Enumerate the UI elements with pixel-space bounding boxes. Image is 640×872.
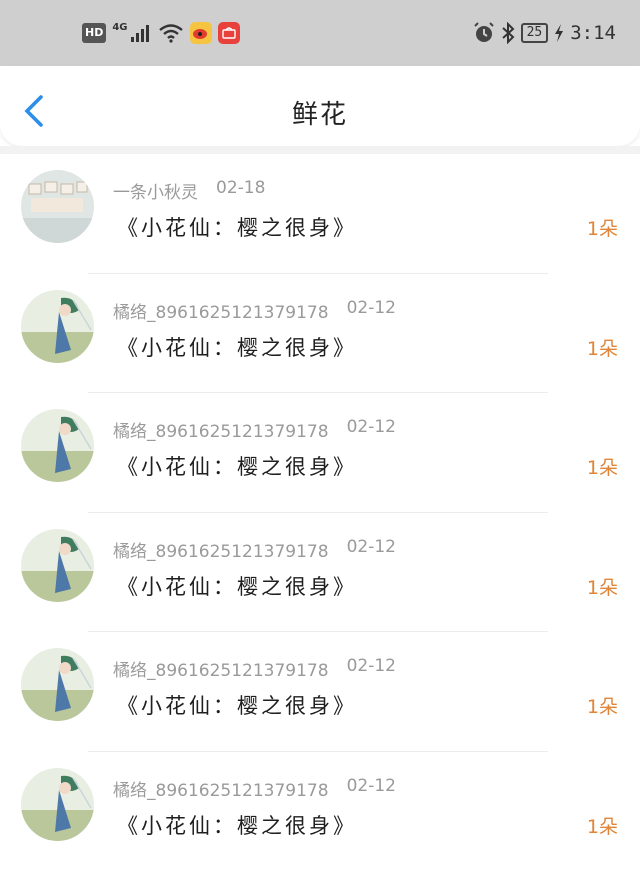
flower-quantity: 1朵 xyxy=(586,576,618,599)
anime-figure-avatar[interactable] xyxy=(21,767,94,841)
record-meta: 橘络_8961625121379178 02-12 xyxy=(113,656,396,681)
shopping-app-icon xyxy=(217,22,240,44)
flower-quantity: 1朵 xyxy=(586,337,618,360)
flower-record-list: 一条小秋灵 02-18 《小花仙：樱之很身》 1朵 橘络_89616251213… xyxy=(0,154,640,872)
anime-figure-avatar[interactable] xyxy=(21,648,94,722)
page-header: 鲜花 xyxy=(0,66,640,146)
username[interactable]: 橘络_8961625121379178 xyxy=(113,656,329,681)
record-date: 02-12 xyxy=(346,536,396,557)
alarm-icon xyxy=(473,22,494,42)
username[interactable]: 橘络_8961625121379178 xyxy=(113,298,329,323)
flower-quantity: 1朵 xyxy=(586,696,618,719)
gift-name: 《小花仙：樱之很身》 xyxy=(117,455,357,480)
status-left-icons: HD 4G xyxy=(82,22,240,44)
list-item[interactable]: 橘络_8961625121379178 02-12 《小花仙：樱之很身》 1朵 xyxy=(0,274,640,394)
gift-name: 《小花仙：樱之很身》 xyxy=(117,574,357,599)
bluetooth-icon xyxy=(501,22,515,44)
clock-time: 3:14 xyxy=(570,22,616,44)
list-item[interactable]: 一条小秋灵 02-18 《小花仙：樱之很身》 1朵 xyxy=(0,154,640,274)
status-right-icons: 25 3:14 xyxy=(473,22,616,44)
battery-icon: 25 xyxy=(520,23,549,43)
record-meta: 橘络_8961625121379178 02-12 xyxy=(113,298,396,323)
username[interactable]: 一条小秋灵 xyxy=(113,178,198,203)
record-meta: 橘络_8961625121379178 02-12 xyxy=(113,537,396,562)
weibo-app-icon xyxy=(189,22,212,44)
flower-quantity: 1朵 xyxy=(586,815,618,838)
record-date: 02-12 xyxy=(346,656,396,677)
record-meta: 橘络_8961625121379178 02-12 xyxy=(113,417,396,442)
record-date: 02-12 xyxy=(346,297,396,318)
record-date: 02-18 xyxy=(216,178,266,198)
wifi-icon xyxy=(158,24,183,43)
record-meta: 橘络_8961625121379178 02-12 xyxy=(113,776,396,801)
page-title: 鲜花 xyxy=(291,100,348,130)
record-date: 02-12 xyxy=(346,775,396,796)
username[interactable]: 橘络_8961625121379178 xyxy=(113,776,329,801)
list-item[interactable]: 橘络_8961625121379178 02-12 《小花仙：樱之很身》 1朵 xyxy=(0,393,640,513)
status-bar: HD 4G 25 3:14 xyxy=(0,0,640,66)
section-gap xyxy=(0,146,640,154)
gift-name: 《小花仙：樱之很身》 xyxy=(117,216,357,240)
anime-figure-avatar[interactable] xyxy=(21,289,94,363)
anime-figure-avatar[interactable] xyxy=(21,409,94,483)
charging-icon xyxy=(555,24,564,42)
gift-name: 《小花仙：樱之很身》 xyxy=(117,335,357,360)
anime-figure-avatar[interactable] xyxy=(21,528,94,602)
list-item[interactable]: 橘络_8961625121379178 02-12 《小花仙：樱之很身》 1朵 xyxy=(0,752,640,872)
username[interactable]: 橘络_8961625121379178 xyxy=(113,417,329,442)
record-date: 02-12 xyxy=(346,417,396,438)
list-item[interactable]: 橘络_8961625121379178 02-12 《小花仙：樱之很身》 1朵 xyxy=(0,513,640,633)
list-item[interactable]: 橘络_8961625121379178 02-12 《小花仙：樱之很身》 1朵 xyxy=(0,632,640,752)
username[interactable]: 橘络_8961625121379178 xyxy=(113,537,329,562)
gift-name: 《小花仙：樱之很身》 xyxy=(117,813,357,838)
network-type: 4G xyxy=(112,22,128,33)
gift-name: 《小花仙：樱之很身》 xyxy=(117,694,357,719)
hd-icon: HD xyxy=(82,23,107,43)
flower-quantity: 1朵 xyxy=(586,218,618,240)
record-meta: 一条小秋灵 02-18 xyxy=(113,178,265,203)
toy-blocks-avatar[interactable] xyxy=(21,170,94,243)
flower-quantity: 1朵 xyxy=(586,457,618,480)
signal-icon xyxy=(130,25,149,42)
